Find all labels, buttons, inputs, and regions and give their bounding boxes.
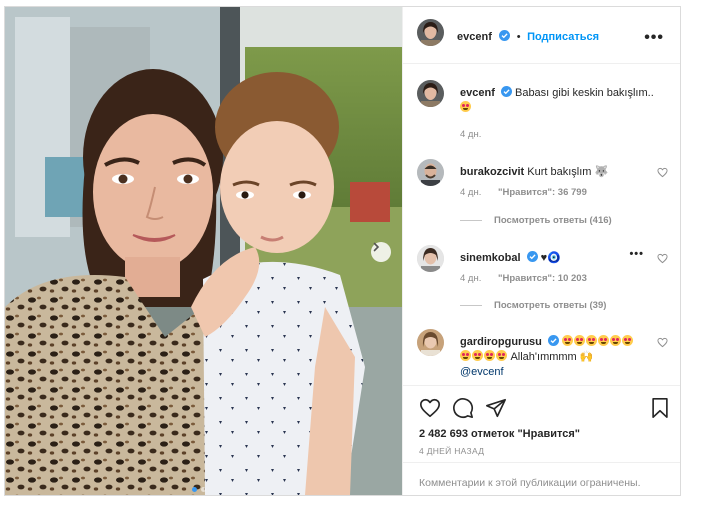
avatar-image (417, 245, 444, 272)
carousel-dot (201, 487, 206, 492)
comment-time: 4 дн. (460, 273, 482, 284)
comment-text: Kurt bakışlım 🐺 (527, 166, 609, 178)
post-details-panel: evcenf • Подписаться ••• evcenf Babası g… (402, 7, 680, 495)
heart-eyes-emoji-icon (598, 335, 610, 346)
follow-button[interactable]: Подписаться (527, 31, 599, 43)
verified-badge-icon (526, 251, 538, 262)
heart-eyes-emoji-icon (460, 350, 471, 361)
author-avatar[interactable] (417, 19, 444, 46)
post-header: evcenf • Подписаться ••• (403, 7, 680, 64)
post-date: 4 ДНЕЙ НАЗАД (419, 446, 485, 456)
view-replies-button[interactable]: Посмотреть ответы (416) (460, 215, 612, 226)
heart-eyes-emoji-icon (574, 335, 586, 346)
heart-eyes-emoji-icon (586, 335, 598, 346)
comments-list: evcenf Babası gibi keskin bakışlım.. 4 д… (403, 64, 680, 384)
comment-icon[interactable] (452, 397, 474, 419)
comment-meta: 4 дн. "Нравится": 36 799 (460, 187, 601, 198)
heart-eyes-emoji-icon (496, 350, 507, 361)
comment-item: burakozcivit Kurt bakışlım 🐺 4 дн. "Нрав… (403, 159, 680, 229)
caption-avatar[interactable] (417, 80, 444, 107)
paper-plane-icon[interactable] (485, 397, 507, 419)
carousel-dot (192, 487, 197, 492)
comment-more-options-button[interactable]: ••• (629, 248, 644, 260)
comment-text: ♥🧿 (540, 252, 561, 264)
chevron-right-icon (373, 242, 380, 252)
comment-username[interactable]: sinemkobal (460, 252, 521, 264)
comment-heart-icon[interactable] (657, 167, 668, 178)
post-actions: 2 482 693 отметок "Нравится" 4 ДНЕЙ НАЗА… (403, 385, 680, 495)
comment-username[interactable]: gardiropgurusu (460, 336, 542, 348)
likes-count[interactable]: 2 482 693 отметок "Нравится" (419, 428, 580, 440)
avatar-image (417, 329, 444, 356)
comments-restricted-notice: Комментарии к этой публикации ограничены… (403, 462, 680, 489)
post-card: evcenf • Подписаться ••• evcenf Babası g… (4, 6, 681, 496)
caption-meta: 4 дн. (460, 129, 495, 140)
more-options-button[interactable]: ••• (644, 29, 664, 47)
avatar-image (417, 159, 444, 186)
verified-badge-icon (499, 30, 511, 41)
commenter-avatar[interactable] (417, 245, 444, 272)
heart-eyes-emoji-icon (460, 101, 471, 112)
comment-heart-icon[interactable] (657, 337, 668, 348)
comment-item: gardiropgurusu Allah'ımmmm 🙌 @evcenf (403, 329, 680, 384)
commenter-avatar[interactable] (417, 159, 444, 186)
photo-illustration (5, 7, 402, 495)
comment-username[interactable]: burakozcivit (460, 166, 524, 178)
heart-eyes-emoji-icon (472, 350, 483, 361)
next-photo-button[interactable] (371, 242, 391, 262)
caption-username[interactable]: evcenf (460, 87, 495, 99)
heart-eyes-emoji-icon (622, 335, 634, 346)
avatar-image (417, 80, 444, 107)
verified-badge-icon (500, 86, 512, 97)
heart-eyes-emoji-icon (610, 335, 622, 346)
comment-meta: 4 дн. "Нравится": 10 203 (460, 273, 601, 284)
comment-text-block: burakozcivit Kurt bakışlım 🐺 (460, 165, 608, 180)
header-user-line: evcenf • Подписаться (457, 27, 599, 45)
caption-item: evcenf Babası gibi keskin bakışlım.. 4 д… (403, 80, 680, 140)
comment-likes[interactable]: "Нравится": 10 203 (498, 273, 587, 284)
view-replies-button[interactable]: Посмотреть ответы (39) (460, 300, 606, 311)
heart-icon[interactable] (419, 397, 441, 419)
bookmark-icon[interactable] (649, 397, 671, 419)
comment-text: Allah'ımmmm 🙌 (510, 351, 594, 363)
author-username[interactable]: evcenf (457, 31, 492, 43)
comment-likes[interactable]: "Нравится": 36 799 (498, 187, 587, 198)
comment-heart-icon[interactable] (657, 253, 668, 264)
commenter-avatar[interactable] (417, 329, 444, 356)
caption-text-block: evcenf Babası gibi keskin bakışlım.. (460, 86, 670, 116)
carousel-dots (192, 487, 206, 492)
comment-time: 4 дн. (460, 187, 482, 198)
comment-item: sinemkobal ♥🧿 ••• 4 дн. "Нравится": 10 2… (403, 245, 680, 315)
comment-text-block: sinemkobal ♥🧿 (460, 251, 561, 266)
comment-text-block: gardiropgurusu Allah'ımmmm 🙌 @evcenf (460, 335, 670, 380)
caption-text: Babası gibi keskin bakışlım.. (514, 87, 654, 99)
post-photo[interactable] (5, 7, 402, 495)
caption-time: 4 дн. (460, 129, 482, 140)
heart-eyes-emoji-icon (484, 350, 495, 361)
avatar-image (417, 19, 444, 46)
comment-mention-link[interactable]: @evcenf (460, 366, 504, 378)
verified-badge-icon (547, 335, 559, 346)
separator-dot: • (516, 31, 521, 43)
heart-eyes-emoji-icon (562, 335, 574, 346)
